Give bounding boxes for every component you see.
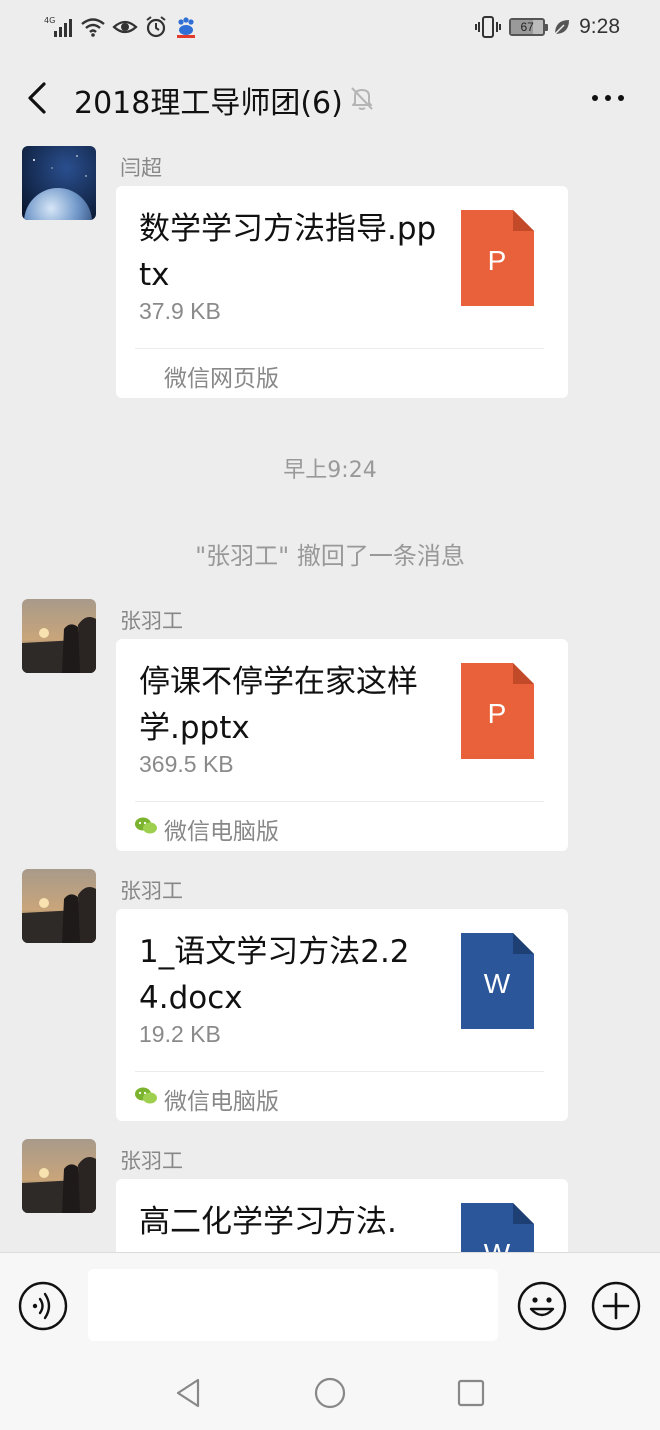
status-icons-left: 4G (44, 14, 198, 40)
eye-icon (112, 20, 138, 34)
file-name: 数学学习方法指导.pptx (139, 211, 437, 293)
chevron-left-icon (28, 82, 46, 114)
emoji-button[interactable] (517, 1281, 567, 1331)
plus-button[interactable] (591, 1281, 641, 1331)
avatar[interactable] (22, 599, 96, 673)
svg-text:W: W (484, 968, 511, 999)
card-source: 微信电脑版 (164, 1089, 279, 1115)
nav-back-button[interactable] (172, 1376, 206, 1410)
clock: 9:28 (579, 15, 620, 38)
file-message-card[interactable]: 数学学习方法指导.pptx 37.9 KB P 微信网页版 (116, 186, 568, 398)
sunset-avatar-image (22, 869, 96, 943)
sender-name: 张羽工 (120, 1149, 183, 1173)
file-size: 37.9 KB (139, 298, 221, 324)
network-type: 4G (44, 16, 55, 25)
alarm-icon (146, 16, 166, 38)
card-divider (135, 1071, 544, 1072)
more-button[interactable] (588, 82, 628, 114)
chat-header: 2018理工导师团(6) (0, 54, 660, 142)
bell-off-icon (351, 87, 373, 110)
card-source: 微信电脑版 (164, 819, 279, 845)
file-size: 369.5 KB (139, 751, 234, 777)
triangle-back-icon (176, 1378, 200, 1408)
file-message-card[interactable]: 停课不停学在家这样学.pptx 369.5 KB P 微信电脑版 (116, 639, 568, 851)
battery-icon: 67 (509, 18, 549, 36)
word-file-icon: W (461, 1203, 534, 1252)
plus-icon (591, 1281, 641, 1331)
battery-percent: 67 (520, 20, 534, 34)
leaf-icon (554, 20, 570, 35)
sunset-avatar-image (22, 599, 96, 673)
vibrate-icon (475, 16, 502, 38)
page-title: 2018理工导师团(6) (74, 86, 343, 121)
message-input[interactable] (88, 1269, 498, 1341)
svg-text:P: P (488, 245, 507, 276)
file-message-card[interactable]: 1_语文学习方法2.24.docx 19.2 KB W 微信电脑版 (116, 909, 568, 1121)
wifi-icon (81, 18, 105, 37)
signal-icon: 4G (44, 16, 72, 37)
more-dots-icon (592, 95, 624, 101)
sunset-avatar-image (22, 1139, 96, 1213)
file-size: 19.2 KB (139, 1021, 221, 1047)
earth-avatar-image (22, 146, 96, 220)
chat-list[interactable]: 闫超 数学学习方法指导.pptx 37.9 KB P 微信网页版 早上9:24 … (0, 142, 660, 1252)
square-recent-icon (457, 1379, 485, 1407)
circle-home-icon (314, 1377, 346, 1409)
time-label: 早上9:24 (283, 458, 377, 483)
status-icons-right: 67 9:28 (475, 14, 620, 40)
card-divider (135, 348, 544, 349)
system-nav-bar (0, 1360, 660, 1430)
input-bar (0, 1252, 660, 1360)
back-button[interactable] (18, 78, 58, 118)
sender-name: 闫超 (120, 156, 162, 180)
powerpoint-file-icon: P (461, 210, 534, 306)
svg-text:W: W (484, 1238, 511, 1252)
avatar[interactable] (22, 869, 96, 943)
baidu-icon (177, 17, 195, 38)
nav-recent-button[interactable] (454, 1376, 488, 1410)
sender-name: 张羽工 (120, 879, 183, 903)
svg-text:P: P (488, 698, 507, 729)
avatar[interactable] (22, 146, 96, 220)
file-name: 高二化学学习方法. (139, 1204, 397, 1240)
card-source: 微信网页版 (164, 366, 279, 392)
wechat-icon (135, 817, 157, 834)
status-bar: 4G 67 9:28 (0, 0, 660, 54)
sender-name: 张羽工 (120, 609, 183, 633)
powerpoint-file-icon: P (461, 663, 534, 759)
emoji-icon (517, 1281, 567, 1331)
file-name: 1_语文学习方法2.24.docx (139, 934, 410, 1016)
card-divider (135, 801, 544, 802)
file-message-card[interactable]: 高二化学学习方法. W (116, 1179, 568, 1252)
recall-notice: "张羽工" 撤回了一条消息 (195, 542, 465, 570)
file-name: 停课不停学在家这样学.pptx (139, 664, 418, 746)
wechat-icon (135, 1087, 157, 1104)
nav-home-button[interactable] (312, 1375, 348, 1411)
avatar[interactable] (22, 1139, 96, 1213)
voice-icon (18, 1281, 68, 1331)
word-file-icon: W (461, 933, 534, 1029)
voice-button[interactable] (18, 1281, 68, 1331)
